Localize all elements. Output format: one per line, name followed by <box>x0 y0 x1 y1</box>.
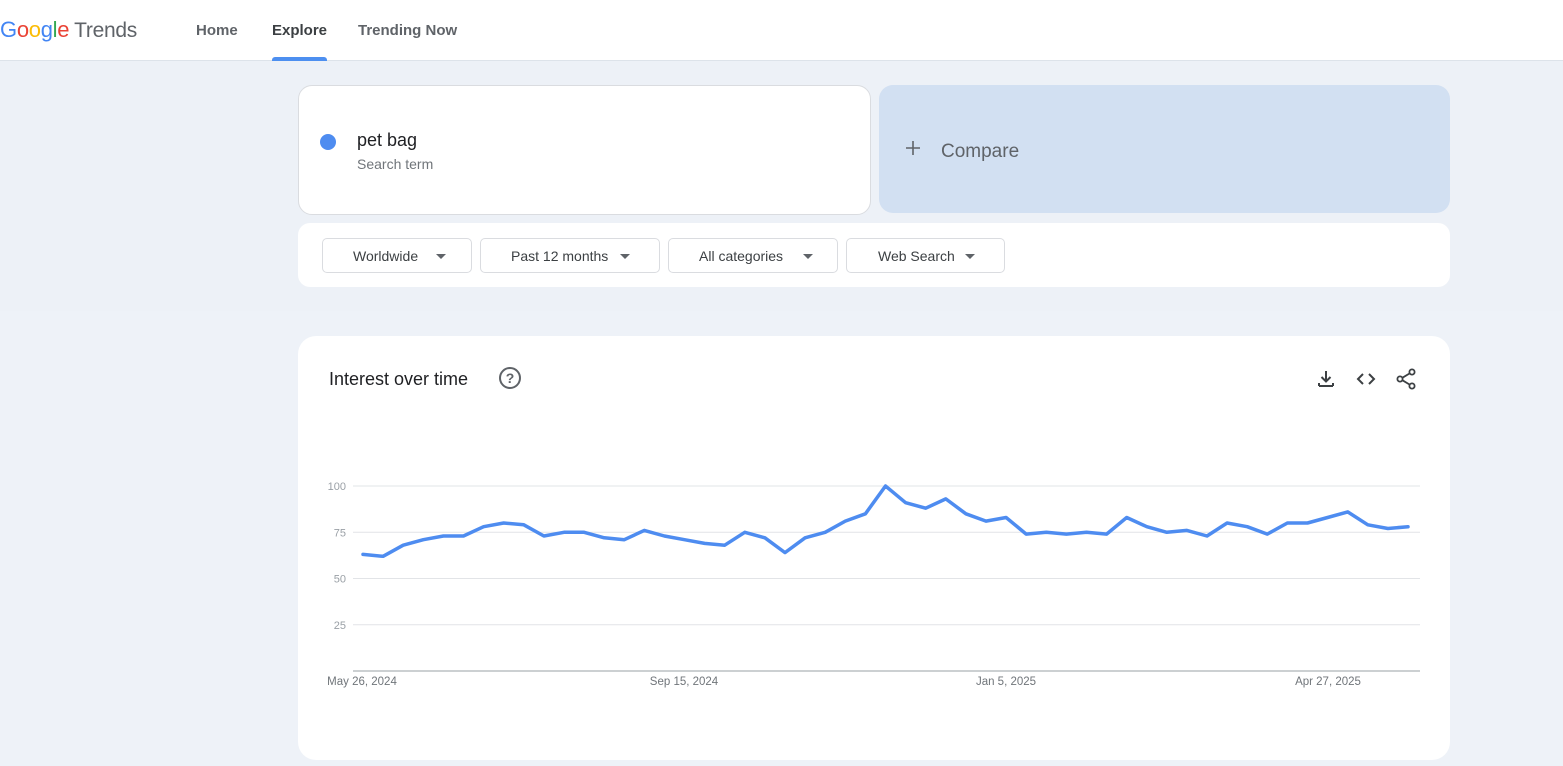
top-bar: Google Trends Home Explore Trending Now <box>0 0 1563 61</box>
nav-tab-trending-now[interactable]: Trending Now <box>358 0 457 61</box>
x-tick-label: Jan 5, 2025 <box>976 676 1036 688</box>
search-term-name[interactable]: pet bag <box>357 130 417 151</box>
interest-line-chart[interactable]: 25 50 75 100 May 26, 2024 Sep 15, 2024 Jan 5, … <box>298 336 1450 760</box>
filter-bar: Worldwide Past 12 months All categories … <box>298 223 1450 287</box>
x-tick-label: Sep 15, 2024 <box>650 676 719 688</box>
filter-label: All categories <box>699 248 784 264</box>
category-filter-dropdown[interactable]: All categories <box>668 238 838 273</box>
interest-over-time-card: Interest over time ? 25 50 75 100 May 26, 20… <box>298 336 1450 760</box>
trends-logo-text: Trends <box>74 19 137 42</box>
caret-down-icon <box>620 254 630 259</box>
x-tick-label: Apr 27, 2025 <box>1295 676 1361 688</box>
y-tick-label: 75 <box>334 527 346 539</box>
compare-label: Compare <box>941 141 1020 162</box>
x-tick-label: May 26, 2024 <box>327 676 397 688</box>
compare-button[interactable]: Compare <box>879 85 1450 213</box>
term-color-dot <box>320 134 336 150</box>
google-trends-logo[interactable]: Google Trends <box>0 17 137 44</box>
filter-label: Past 12 months <box>511 248 609 264</box>
y-tick-label: 100 <box>328 481 346 493</box>
time-range-filter-dropdown[interactable]: Past 12 months <box>480 238 660 273</box>
region-filter-dropdown[interactable]: Worldwide <box>322 238 472 273</box>
filter-label: Web Search <box>878 248 955 264</box>
nav-tab-explore[interactable]: Explore <box>272 0 328 61</box>
caret-down-icon <box>803 254 813 259</box>
search-type-filter-dropdown[interactable]: Web Search <box>846 238 1005 273</box>
filter-label: Worldwide <box>353 248 419 264</box>
plus-icon <box>905 137 921 161</box>
google-logo-text: Google <box>0 17 70 42</box>
caret-down-icon <box>965 254 975 259</box>
caret-down-icon <box>436 254 446 259</box>
nav-tab-home[interactable]: Home <box>196 0 238 61</box>
search-term-type: Search term <box>357 156 434 172</box>
y-tick-label: 25 <box>334 620 346 632</box>
nav-tab-label: Trending Now <box>358 22 458 39</box>
series-line <box>361 484 1410 559</box>
nav-tab-label: Home <box>196 22 238 39</box>
nav-tab-label: Explore <box>272 22 328 39</box>
y-tick-label: 50 <box>334 574 346 586</box>
search-term-card[interactable]: pet bag Search term <box>298 85 871 215</box>
